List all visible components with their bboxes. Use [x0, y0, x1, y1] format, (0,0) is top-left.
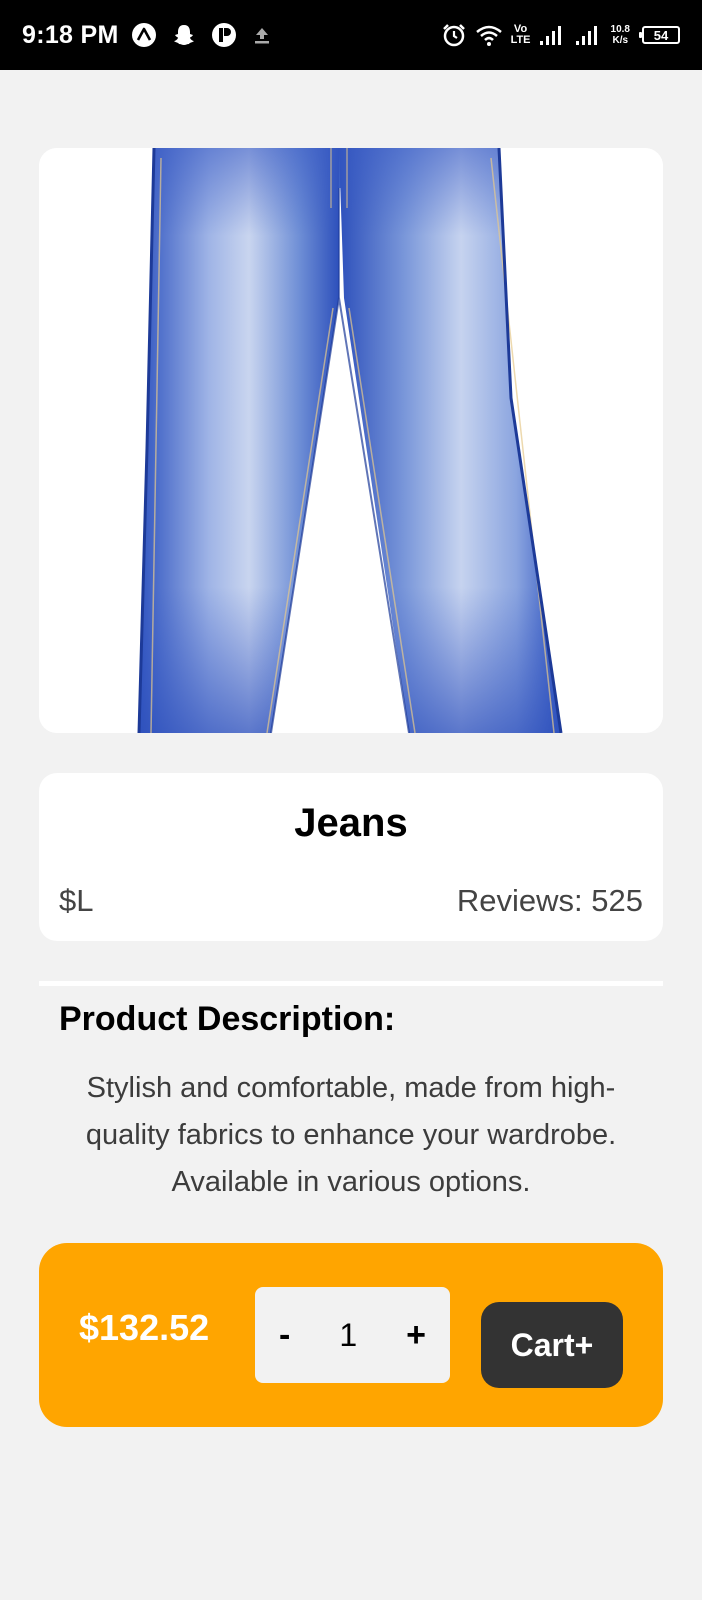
description-heading: Product Description: — [59, 1000, 396, 1038]
signal-icon — [575, 24, 603, 46]
system-icons: Vo LTE 10.8 K/s 54 — [441, 22, 680, 48]
speed-value: 10.8 — [610, 24, 630, 35]
alarm-icon — [441, 22, 467, 48]
product-size: $L — [59, 883, 94, 918]
app-icon — [211, 22, 237, 48]
quantity-value: 1 — [339, 1316, 358, 1353]
network-bottom-label: LTE — [510, 34, 531, 46]
price: $132.52 — [79, 1307, 210, 1348]
battery-level: 54 — [653, 27, 669, 43]
network-type: Vo LTE — [511, 24, 531, 46]
battery-icon: 54 — [639, 26, 680, 44]
purchase-bar: $132.52 - 1 + Cart+ — [39, 1243, 663, 1427]
upload-icon — [251, 24, 273, 46]
product-image-card — [39, 148, 663, 733]
speed-unit: K/s — [612, 35, 629, 46]
status-time: 9:18 PM — [22, 20, 119, 49]
snapchat-icon — [171, 22, 197, 48]
divider — [39, 981, 663, 986]
product-info-card: Jeans $L Reviews: 525 — [39, 773, 663, 941]
expo-icon — [131, 22, 157, 48]
increment-button[interactable]: + — [402, 1316, 430, 1355]
network-speed: 10.8 K/s — [611, 24, 630, 46]
product-reviews: Reviews: 525 — [456, 883, 643, 918]
decrement-button[interactable]: - — [275, 1316, 294, 1355]
product-title: Jeans — [294, 801, 408, 845]
notification-icons — [131, 22, 273, 48]
add-to-cart-button[interactable]: Cart+ — [481, 1302, 623, 1388]
jeans-image — [39, 148, 663, 733]
signal-icon — [539, 24, 567, 46]
status-bar: 9:18 PM Vo LTE 10.8 K/s 54 — [0, 0, 702, 70]
quantity-stepper: - 1 + — [255, 1287, 450, 1383]
description-text: Stylish and comfortable, made from high-… — [85, 1072, 617, 1198]
wifi-icon — [475, 23, 503, 47]
